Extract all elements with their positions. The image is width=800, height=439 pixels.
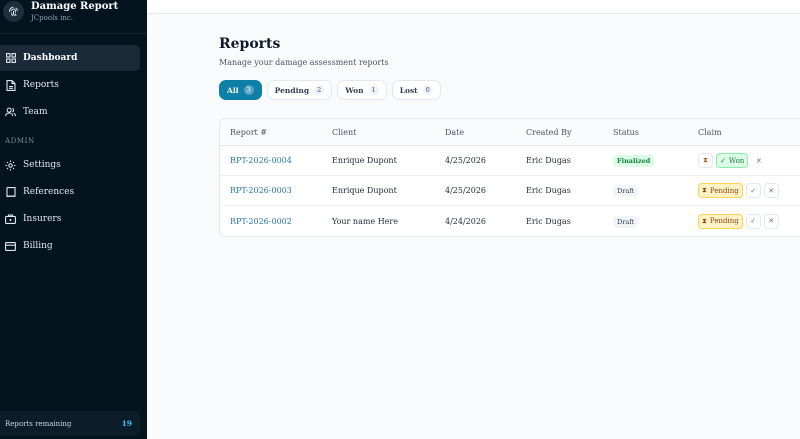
set-won-button[interactable]: ✓: [745, 183, 761, 198]
filter-lost[interactable]: Lost 0: [391, 80, 441, 100]
hourglass-icon: ⧗: [702, 186, 707, 194]
set-lost-button[interactable]: ✕: [751, 153, 767, 168]
claim-actions: ⧗ Pending ✓ ✕: [698, 183, 798, 198]
set-pending-button[interactable]: ⧗: [698, 153, 713, 168]
column-header-created-by[interactable]: Created By: [526, 128, 613, 137]
filter-label: Won: [345, 85, 364, 95]
claim-label: Won: [728, 156, 745, 165]
hourglass-icon: ⧗: [703, 156, 708, 164]
org-name: JCpools inc.: [31, 13, 74, 22]
filter-count: 2: [314, 85, 325, 95]
client-cell: Enrique Dupont: [332, 156, 397, 165]
filter-all[interactable]: All 3: [219, 80, 262, 100]
table-header: Report # Client Date Created By Status C…: [220, 119, 800, 146]
filter-label: All: [227, 85, 239, 95]
report-number-link[interactable]: RPT-2026-0003: [230, 186, 292, 195]
claim-label: Pending: [709, 186, 739, 195]
filter-count: 1: [368, 85, 379, 95]
report-number-link[interactable]: RPT-2026-0004: [230, 156, 292, 165]
table-row[interactable]: RPT-2026-0002 Your name Here 4/24/2026 E…: [220, 206, 800, 236]
sidebar-item-label: Reports: [23, 80, 59, 90]
credit-card-icon: [5, 241, 16, 252]
check-icon: ✓: [720, 156, 726, 165]
page-subtitle: Manage your damage assessment reports: [219, 58, 389, 67]
column-header-client[interactable]: Client: [332, 128, 445, 137]
set-lost-button[interactable]: ✕: [763, 183, 779, 198]
filter-count: 3: [243, 85, 254, 95]
page-title: Reports: [219, 36, 281, 52]
close-icon: ✕: [755, 156, 762, 165]
app-title: Damage Report: [31, 0, 119, 12]
claim-label: Pending: [709, 217, 739, 225]
client-cell: Your name Here: [332, 216, 398, 226]
gear-icon: [5, 160, 16, 171]
created-by-cell: Eric Dugas: [526, 156, 571, 165]
sidebar-item-label: Insurers: [23, 214, 62, 224]
claim-actions: ⧗ Pending ✓ ✕: [698, 213, 798, 229]
book-icon: [5, 186, 16, 198]
main-content: Reports Manage your damage assessment re…: [219, 36, 446, 100]
set-lost-button[interactable]: ✕: [763, 213, 779, 229]
sidebar-item-reports[interactable]: Reports: [0, 72, 140, 98]
admin-section-label: ADMIN: [5, 137, 35, 145]
check-icon: ✓: [750, 217, 757, 225]
document-icon: [5, 79, 16, 91]
sidebar-item-insurers[interactable]: Insurers: [0, 206, 140, 232]
filter-count: 0: [422, 85, 433, 95]
sidebar-item-label: Settings: [23, 160, 61, 170]
date-cell: 4/24/2026: [445, 216, 487, 226]
table-row[interactable]: RPT-2026-0004 Enrique Dupont 4/25/2026 E…: [220, 146, 800, 176]
claim-filter-tabs: All 3 Pending 2 Won 1 Lost 0: [219, 80, 446, 100]
sidebar-item-billing[interactable]: Billing: [0, 233, 140, 259]
column-header-report[interactable]: Report #: [220, 128, 332, 137]
top-bar: [147, 0, 800, 14]
column-header-status[interactable]: Status: [613, 128, 698, 137]
created-by-cell: Eric Dugas: [526, 216, 571, 226]
sidebar-nav: Dashboard Reports Team ADMIN Settings Re…: [0, 34, 147, 259]
fingerprint-icon: [3, 1, 24, 22]
status-badge: Draft: [613, 215, 639, 228]
sidebar-item-label: References: [23, 187, 75, 197]
column-header-claim[interactable]: Claim: [698, 128, 798, 137]
created-by-cell: Eric Dugas: [526, 186, 571, 195]
filter-label: Pending: [274, 85, 310, 95]
hourglass-icon: ⧗: [702, 216, 707, 225]
set-won-button[interactable]: ✓: [745, 213, 761, 229]
claim-pending-button[interactable]: ⧗ Pending: [698, 183, 743, 198]
briefcase-icon: [5, 214, 16, 225]
reports-remaining-card: Reports remaining 19: [0, 411, 140, 436]
claim-actions: ⧗ ✓ Won ✕: [698, 153, 798, 168]
brand[interactable]: Damage Report JCpools inc.: [0, 0, 147, 34]
close-icon: ✕: [768, 186, 775, 195]
filter-won[interactable]: Won 1: [337, 80, 387, 100]
filter-pending[interactable]: Pending 2: [266, 80, 333, 100]
dashboard-grid-icon: [5, 53, 16, 64]
reports-remaining-label: Reports remaining: [5, 419, 72, 428]
status-badge: Draft: [613, 185, 639, 197]
filter-label: Lost: [399, 85, 418, 95]
table-row[interactable]: RPT-2026-0003 Enrique Dupont 4/25/2026 E…: [220, 176, 800, 206]
check-icon: ✓: [750, 186, 757, 195]
sidebar-item-references[interactable]: References: [0, 179, 140, 205]
status-badge: Finalized: [613, 155, 655, 167]
claim-won-button[interactable]: ✓ Won: [716, 153, 749, 168]
sidebar-item-label: Dashboard: [23, 53, 78, 63]
users-icon: [5, 107, 16, 118]
sidebar-item-label: Team: [23, 107, 48, 117]
date-cell: 4/25/2026: [445, 156, 487, 165]
client-cell: Enrique Dupont: [332, 186, 397, 195]
claim-pending-button[interactable]: ⧗ Pending: [698, 213, 743, 229]
reports-remaining-count: 19: [121, 419, 132, 428]
reports-table: Report # Client Date Created By Status C…: [219, 118, 800, 237]
sidebar: Damage Report JCpools inc. Dashboard Rep…: [0, 0, 147, 439]
column-header-date[interactable]: Date: [445, 128, 526, 137]
sidebar-item-team[interactable]: Team: [0, 99, 140, 125]
sidebar-item-settings[interactable]: Settings: [0, 152, 140, 178]
close-icon: ✕: [768, 217, 775, 225]
date-cell: 4/25/2026: [445, 186, 487, 195]
report-number-link[interactable]: RPT-2026-0002: [230, 217, 292, 226]
sidebar-item-label: Billing: [23, 241, 53, 251]
sidebar-item-dashboard[interactable]: Dashboard: [0, 45, 140, 71]
